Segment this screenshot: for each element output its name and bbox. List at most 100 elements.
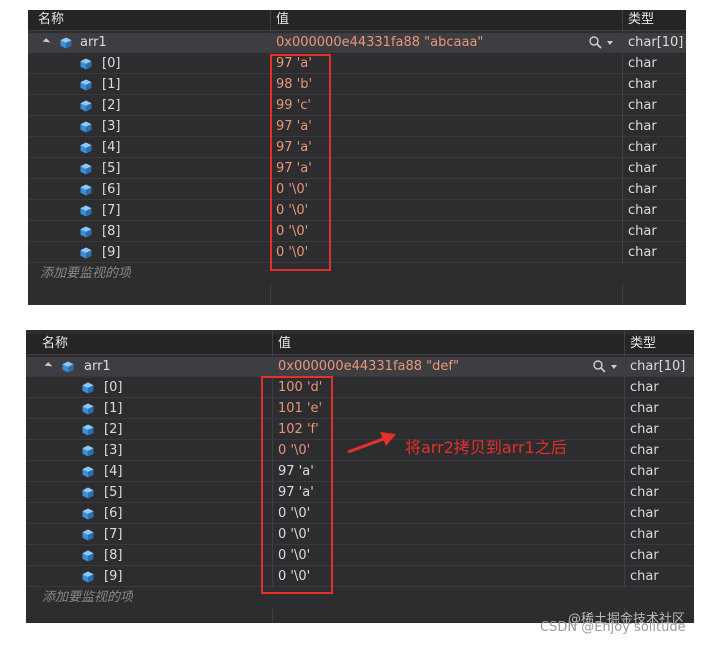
watch-row-item[interactable]: [6] 0 '\0' char bbox=[28, 180, 686, 200]
watch-value[interactable]: 100 'd' bbox=[278, 378, 322, 398]
column-type-header[interactable]: 类型 bbox=[628, 10, 654, 30]
column-value-header[interactable]: 值 bbox=[276, 10, 289, 30]
watch-value[interactable]: 0 '\0' bbox=[276, 201, 308, 221]
watch-value[interactable]: 0 '\0' bbox=[278, 567, 310, 587]
watch-value[interactable]: 0 '\0' bbox=[276, 222, 308, 242]
add-watch-row[interactable]: 添加要监视的项 bbox=[26, 588, 694, 608]
watch-row-item[interactable]: [0] 100 'd' char bbox=[26, 378, 694, 398]
watch-type: char bbox=[630, 464, 659, 479]
watch-type: char bbox=[630, 380, 659, 395]
cube-icon bbox=[82, 466, 94, 478]
watch-name: arr1 bbox=[84, 359, 111, 374]
watch-type: char bbox=[628, 161, 657, 176]
watch-value[interactable]: 102 'f' bbox=[278, 420, 319, 440]
watch-row-arr1[interactable]: arr1 0x000000e44331fa88 "def" char[10] bbox=[26, 357, 694, 377]
watch-type: char bbox=[628, 245, 657, 260]
magnifier-icon[interactable] bbox=[592, 360, 620, 374]
watch-row-item[interactable]: [6] 0 '\0' char bbox=[26, 504, 694, 524]
watch-type: char bbox=[630, 401, 659, 416]
watch-name: [7] bbox=[102, 203, 121, 218]
watch-value[interactable]: 97 'a' bbox=[276, 138, 312, 158]
expand-triangle-icon[interactable] bbox=[44, 362, 53, 370]
watch-name: [7] bbox=[104, 527, 123, 542]
column-type-header[interactable]: 类型 bbox=[630, 334, 656, 354]
watch-row-item[interactable]: [1] 101 'e' char bbox=[26, 399, 694, 419]
watch-value[interactable]: 0 '\0' bbox=[278, 525, 310, 545]
watch-row-item[interactable]: [4] 97 'a' char bbox=[26, 462, 694, 482]
watch-name: [3] bbox=[102, 119, 121, 134]
watermark: CSDN @Enjoy solitude bbox=[540, 620, 686, 635]
watch-name: [2] bbox=[104, 422, 123, 437]
watch-name: [0] bbox=[104, 380, 123, 395]
watch-row-item[interactable]: [5] 97 'a' char bbox=[28, 159, 686, 179]
watch-type: char bbox=[628, 140, 657, 155]
watch-type: char bbox=[628, 224, 657, 239]
watch-name: [4] bbox=[102, 140, 121, 155]
watch-value[interactable]: 0 '\0' bbox=[278, 441, 310, 461]
watch-type: char bbox=[628, 182, 657, 197]
cube-icon bbox=[80, 184, 92, 196]
watch-row-item[interactable]: [5] 97 'a' char bbox=[26, 483, 694, 503]
cube-icon bbox=[80, 79, 92, 91]
column-value-header[interactable]: 值 bbox=[278, 334, 291, 354]
cube-icon bbox=[80, 247, 92, 259]
watch-value[interactable]: 0 '\0' bbox=[276, 243, 308, 263]
cube-icon bbox=[80, 100, 92, 112]
column-name-header[interactable]: 名称 bbox=[38, 10, 64, 30]
add-watch-placeholder[interactable]: 添加要监视的项 bbox=[40, 264, 131, 284]
watch-name: [6] bbox=[104, 506, 123, 521]
column-header: 名称 值 类型 bbox=[28, 10, 686, 31]
watch-row-item[interactable]: [3] 97 'a' char bbox=[28, 117, 686, 137]
watch-name: [2] bbox=[102, 98, 121, 113]
watch-row-item[interactable]: [1] 98 'b' char bbox=[28, 75, 686, 95]
annotation-text: 将arr2拷贝到arr1之后 bbox=[405, 438, 567, 457]
cube-icon bbox=[80, 205, 92, 217]
watch-value[interactable]: 0x000000e44331fa88 "def" bbox=[278, 357, 459, 377]
watch-row-item[interactable]: [8] 0 '\0' char bbox=[28, 222, 686, 242]
cube-icon bbox=[82, 403, 94, 415]
cube-icon bbox=[82, 487, 94, 499]
cube-icon bbox=[82, 550, 94, 562]
watch-panel-top: 名称 值 类型 arr1 0x000000e44331fa88 "abcaaa"… bbox=[28, 10, 686, 305]
watch-type: char[10] bbox=[630, 359, 686, 374]
watch-value[interactable]: 0x000000e44331fa88 "abcaaa" bbox=[276, 33, 483, 53]
watch-value[interactable]: 97 'a' bbox=[278, 483, 314, 503]
watch-value[interactable]: 97 'a' bbox=[276, 159, 312, 179]
add-watch-placeholder[interactable]: 添加要监视的项 bbox=[42, 588, 133, 608]
watch-value[interactable]: 0 '\0' bbox=[276, 180, 308, 200]
watch-row-arr1[interactable]: arr1 0x000000e44331fa88 "abcaaa" char[10… bbox=[28, 33, 686, 53]
watch-value[interactable]: 97 'a' bbox=[276, 54, 312, 74]
watch-row-item[interactable]: [9] 0 '\0' char bbox=[26, 567, 694, 587]
watch-type: char[10] bbox=[628, 35, 684, 50]
cube-icon bbox=[80, 121, 92, 133]
add-watch-row[interactable]: 添加要监视的项 bbox=[28, 264, 686, 284]
watch-row-item[interactable]: [2] 99 'c' char bbox=[28, 96, 686, 116]
watch-value[interactable]: 97 'a' bbox=[278, 462, 314, 482]
expand-triangle-icon[interactable] bbox=[42, 38, 51, 46]
cube-icon bbox=[82, 508, 94, 520]
watch-value[interactable]: 101 'e' bbox=[278, 399, 322, 419]
watch-row-item[interactable]: [7] 0 '\0' char bbox=[28, 201, 686, 221]
watch-type: char bbox=[628, 119, 657, 134]
cube-icon bbox=[82, 529, 94, 541]
watch-name: [3] bbox=[104, 443, 123, 458]
watch-type: char bbox=[630, 506, 659, 521]
watch-row-item[interactable]: [0] 97 'a' char bbox=[28, 54, 686, 74]
watch-name: [4] bbox=[104, 464, 123, 479]
watch-name: [1] bbox=[104, 401, 123, 416]
watch-row-item[interactable]: [7] 0 '\0' char bbox=[26, 525, 694, 545]
watch-name: [8] bbox=[102, 224, 121, 239]
watch-type: char bbox=[628, 203, 657, 218]
watch-row-item[interactable]: [9] 0 '\0' char bbox=[28, 243, 686, 263]
watch-row-item[interactable]: [8] 0 '\0' char bbox=[26, 546, 694, 566]
watch-value[interactable]: 99 'c' bbox=[276, 96, 311, 116]
watch-row-item[interactable]: [4] 97 'a' char bbox=[28, 138, 686, 158]
watch-value[interactable]: 0 '\0' bbox=[278, 504, 310, 524]
watch-name: [8] bbox=[104, 548, 123, 563]
watch-value[interactable]: 97 'a' bbox=[276, 117, 312, 137]
watch-name: [6] bbox=[102, 182, 121, 197]
watch-value[interactable]: 98 'b' bbox=[276, 75, 312, 95]
magnifier-icon[interactable] bbox=[588, 36, 616, 50]
watch-value[interactable]: 0 '\0' bbox=[278, 546, 310, 566]
column-name-header[interactable]: 名称 bbox=[42, 334, 68, 354]
